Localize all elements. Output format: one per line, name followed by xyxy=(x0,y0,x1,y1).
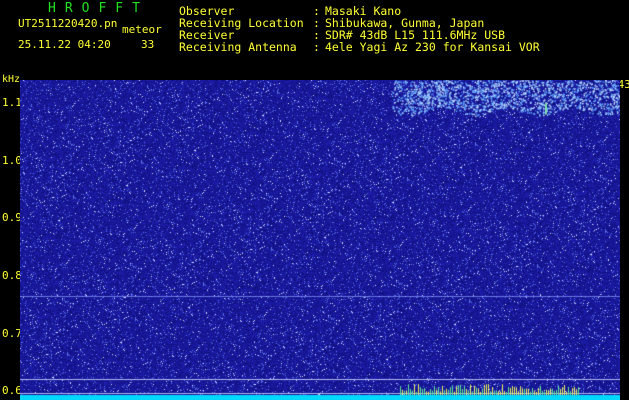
y-tick-label: 1.1 xyxy=(2,96,22,110)
field-value: 4ele Yagi Az 230 for Kansai VOR xyxy=(325,40,540,54)
count-label: 33 xyxy=(141,38,155,51)
mode-label: meteor xyxy=(122,23,162,36)
datetime-label: 25.11.22 04:20 xyxy=(18,38,111,51)
brand-title: HROFFT xyxy=(48,1,149,16)
header-panel: HROFFT UT2511220420.pn meteor 25.11.22 0… xyxy=(0,0,629,76)
y-tick-label: 1.0 xyxy=(2,153,22,167)
y-tick-label: 0.6 xyxy=(2,384,22,398)
y-unit-label: kHz xyxy=(2,74,21,85)
antenna-row: Receiving Antenna:4ele Yagi Az 230 for K… xyxy=(179,40,540,54)
y-tick-label: 0.9 xyxy=(2,211,22,225)
spectrogram-canvas xyxy=(20,80,620,400)
y-tick-label: 0.8 xyxy=(2,269,22,283)
field-label: Receiving Antenna xyxy=(179,40,297,54)
filename-label: UT2511220420.pn xyxy=(18,17,118,30)
field-separator: : xyxy=(313,40,320,54)
y-tick-label: 0.7 xyxy=(2,326,22,340)
